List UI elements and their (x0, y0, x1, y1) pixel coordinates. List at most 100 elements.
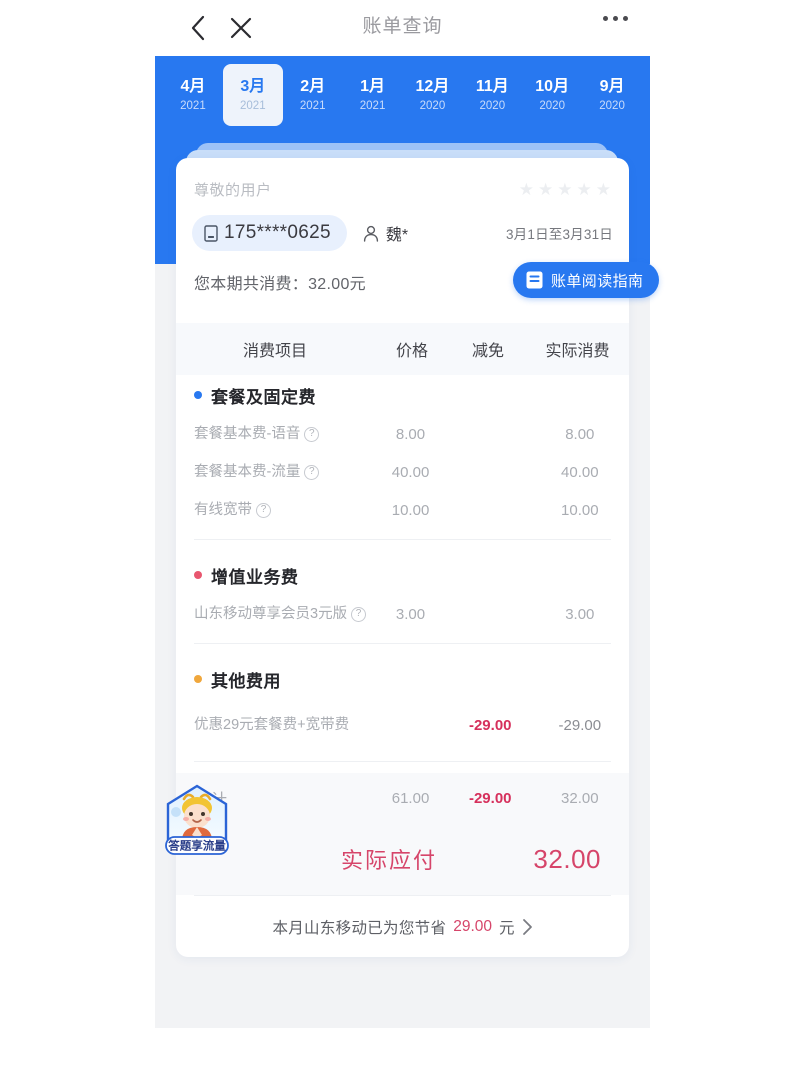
month-tab-year: 2021 (180, 100, 206, 112)
fee-item-name: 套餐基本费-语音? (194, 425, 371, 444)
fee-item-label: 套餐基本费-流量 (194, 463, 301, 480)
help-icon[interactable]: ? (256, 502, 271, 518)
month-tab[interactable]: 9月 2020 (582, 64, 642, 126)
more-dots-icon (613, 16, 618, 21)
star-icon[interactable]: ★ (557, 181, 572, 198)
fee-price-value: 10.00 (391, 501, 430, 519)
help-icon[interactable]: ? (304, 464, 320, 480)
savings-unit-text: 元 (499, 920, 515, 937)
mascot-icon: 答题享流量 (165, 784, 229, 855)
star-icon[interactable]: ★ (596, 181, 611, 198)
section-bullet-icon (194, 571, 202, 579)
guide-button-label: 账单阅读指南 (551, 272, 644, 290)
top-navigation-bar: 账单查询 (155, 0, 650, 56)
month-tab-label: 11月 (475, 78, 509, 95)
bill-card: 尊敬的用户 ★ ★ ★ ★ ★ 175****0625 魏* 3月1日至3月31日 (165, 158, 660, 957)
more-dots-icon (603, 16, 608, 21)
fee-item-label: 有线宽带 (194, 501, 252, 518)
fee-row: 山东移动尊享会员3元版? 3.00 3.00 (176, 595, 629, 633)
month-tab-year: 2021 (359, 100, 386, 112)
phone-number-text: 175****0625 (224, 222, 331, 243)
fee-section-title: 增值业务费 (176, 555, 629, 595)
month-tab[interactable]: 11月 2020 (462, 64, 522, 126)
account-identity-row: 175****0625 魏* 3月1日至3月31日 (176, 212, 629, 254)
savings-amount-text: 29.00 (453, 918, 493, 935)
month-tab[interactable]: 10月 2020 (522, 64, 582, 126)
month-tab-label: 2月 (300, 78, 326, 95)
total-row: 合计61.00-29.0032.00 (176, 773, 629, 823)
section-divider (194, 761, 611, 762)
month-tab-label: 12月 (415, 78, 450, 95)
fee-section: 套餐及固定费 套餐基本费-语音? 8.00 8.00 套餐基本费-流量? 40.00 40.… (176, 375, 629, 529)
fee-row: 优惠29元套餐费+宽带费 -29.00 -29.00 (176, 699, 629, 751)
month-tab-year: 2020 (539, 100, 565, 112)
star-icon[interactable]: ★ (538, 181, 553, 198)
section-label: 套餐及固定费 (211, 387, 316, 407)
fee-row: 套餐基本费-语音? 8.00 8.00 (176, 415, 629, 453)
phone-number-pill[interactable]: 175****0625 (192, 215, 347, 251)
help-icon[interactable]: ? (304, 426, 320, 442)
bill-reading-guide-button[interactable]: 账单阅读指南 (513, 262, 660, 298)
section-label: 增值业务费 (211, 567, 299, 587)
total-actual-value: 32.00 (561, 789, 599, 807)
fee-row: 有线宽带? 10.00 10.00 (176, 491, 629, 529)
month-tab[interactable]: 12月 2020 (403, 64, 463, 126)
month-tab-year: 2021 (240, 100, 266, 112)
greeting-text: 尊敬的用户 (194, 181, 272, 199)
fee-price-value: 3.00 (395, 605, 426, 623)
total-price-value: 61.00 (391, 789, 430, 807)
mascot-badge[interactable]: 答题享流量 (162, 783, 232, 857)
svg-text:答题享流量: 答题享流量 (167, 839, 226, 853)
help-icon[interactable]: ? (351, 606, 367, 622)
fee-section-title: 套餐及固定费 (176, 375, 629, 415)
fee-price-value: 8.00 (395, 425, 426, 443)
consume-summary-text: 您本期共消费：32.00元 (194, 276, 366, 293)
month-tab-label: 9月 (599, 78, 625, 95)
column-header-discount: 减免 (471, 343, 504, 360)
more-options-button[interactable] (603, 16, 628, 21)
column-header-price: 价格 (395, 343, 428, 360)
fee-actual-value: 8.00 (565, 425, 595, 443)
month-tab[interactable]: 1月 2021 (343, 64, 403, 126)
fee-actual-value: -29.00 (558, 716, 602, 734)
month-tab-label: 3月 (240, 78, 266, 95)
star-icon[interactable]: ★ (519, 181, 534, 198)
month-tab[interactable]: 4月 2021 (163, 64, 223, 126)
month-tab-year: 2020 (479, 100, 506, 112)
month-tab-selected[interactable]: 3月 2021 (222, 64, 283, 126)
sim-card-icon (204, 224, 218, 242)
fee-item-name: 有线宽带? (194, 501, 371, 520)
footer-divider (194, 895, 611, 896)
fee-actual-value: 40.00 (561, 463, 599, 481)
user-name-text: 魏* (385, 227, 409, 244)
month-tab-label: 4月 (180, 78, 206, 95)
month-tab-label: 1月 (360, 78, 386, 95)
month-selector[interactable]: 4月 2021 3月 2021 2月 2021 1月 2021 12月 2020 11月 2020 10… (155, 56, 650, 134)
page-title: 账单查询 (362, 16, 443, 37)
section-label: 其他费用 (211, 671, 281, 691)
star-icon[interactable]: ★ (577, 181, 592, 198)
savings-footer-link[interactable]: 本月山东移动已为您节省 29.00 元 (176, 901, 629, 953)
fee-item-label: 山东移动尊享会员3元版 (194, 605, 348, 622)
section-divider (194, 539, 611, 540)
month-tab[interactable]: 2月 2021 (283, 64, 343, 126)
payable-row: 实际应付 32.00 (176, 823, 629, 895)
fee-item-label: 优惠29元套餐费+宽带费 (194, 716, 350, 733)
user-name-block: 魏* (363, 221, 408, 245)
month-tab-year: 2021 (299, 100, 326, 112)
fee-item-name: 套餐基本费-流量? (194, 463, 371, 482)
fee-section-title: 其他费用 (176, 659, 629, 699)
month-tab-label: 10月 (535, 78, 570, 95)
fee-row: 套餐基本费-流量? 40.00 40.00 (176, 453, 629, 491)
greeting-row: 尊敬的用户 ★ ★ ★ ★ ★ (176, 172, 629, 206)
more-dots-icon (623, 16, 628, 21)
user-icon (363, 225, 378, 242)
rating-stars[interactable]: ★ ★ ★ ★ ★ (519, 181, 611, 198)
column-header-item: 消费项目 (242, 343, 307, 360)
section-divider (194, 643, 611, 644)
savings-prefix-text: 本月山东移动已为您节省 (272, 920, 447, 937)
section-bullet-icon (194, 675, 202, 683)
chevron-right-icon (522, 919, 532, 935)
column-header-actual: 实际消费 (545, 343, 610, 360)
section-bullet-icon (194, 391, 202, 399)
